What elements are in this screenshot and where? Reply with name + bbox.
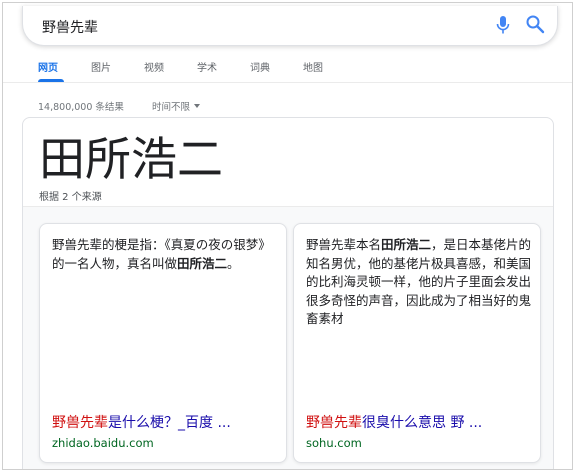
link-text: 是什么梗？_百度 ... xyxy=(108,415,231,431)
search-icon[interactable] xyxy=(525,14,545,34)
snippet-text: 野兽先辈本名 xyxy=(306,237,382,252)
time-filter-dropdown[interactable]: 时间不限 xyxy=(152,99,201,113)
source-link[interactable]: 野兽先辈很臭什么意思 野 ... xyxy=(306,412,534,432)
source-domain: sohu.com xyxy=(306,436,362,450)
source-card-1[interactable]: 野兽先辈的梗是指：《真夏の夜の银梦》的一名人物，真名叫做田所浩二。 野兽先辈是什… xyxy=(39,223,287,463)
microphone-icon[interactable] xyxy=(495,15,511,35)
tab-dictionary[interactable]: 词典 xyxy=(250,59,270,74)
snippet-text: 。 xyxy=(227,255,240,271)
source-link[interactable]: 野兽先辈是什么梗？_百度 ... xyxy=(52,412,280,432)
answer-title: 田所浩二 xyxy=(39,132,223,186)
result-count: 14,800,000 条结果 xyxy=(38,102,124,113)
time-filter-label: 时间不限 xyxy=(152,102,191,113)
caret-down-icon xyxy=(194,104,201,108)
link-text: 很臭什么意思 野 ... xyxy=(362,415,483,431)
answer-card: 田所浩二 根据 2 个来源 野兽先辈的梗是指：《真夏の夜の银梦》的一名人物，真名… xyxy=(22,117,554,469)
answer-source-count: 根据 2 个来源 xyxy=(39,192,102,203)
source-snippet: 野兽先辈本名田所浩二，是日本基佬片的知名男优，他的基佬片极具喜感，和美国的比利海… xyxy=(306,236,532,329)
link-highlight: 野兽先辈 xyxy=(52,415,108,431)
divider xyxy=(3,82,572,83)
browser-frame: 野兽先辈 网页 图片 视频 学术 词典 地图 14,800,000 条结果 时间… xyxy=(2,2,573,470)
snippet-bold: 田所浩二 xyxy=(381,237,432,252)
source-domain: zhidao.baidu.com xyxy=(52,436,154,450)
tab-web[interactable]: 网页 xyxy=(38,59,58,74)
tab-videos[interactable]: 视频 xyxy=(144,59,164,74)
tab-maps[interactable]: 地图 xyxy=(303,59,323,74)
source-card-2[interactable]: 野兽先辈本名田所浩二，是日本基佬片的知名男优，他的基佬片极具喜感，和美国的比利海… xyxy=(293,223,541,463)
search-input[interactable]: 野兽先辈 xyxy=(42,17,98,37)
source-snippet: 野兽先辈的梗是指：《真夏の夜の银梦》的一名人物，真名叫做田所浩二。 xyxy=(52,236,278,273)
tab-academic[interactable]: 学术 xyxy=(197,59,217,74)
search-bar[interactable]: 野兽先辈 xyxy=(22,6,558,46)
answer-sources: 野兽先辈的梗是指：《真夏の夜の银梦》的一名人物，真名叫做田所浩二。 野兽先辈是什… xyxy=(23,206,553,469)
snippet-bold: 田所浩二 xyxy=(177,255,228,271)
tab-images[interactable]: 图片 xyxy=(91,59,111,74)
link-highlight: 野兽先辈 xyxy=(306,415,362,431)
